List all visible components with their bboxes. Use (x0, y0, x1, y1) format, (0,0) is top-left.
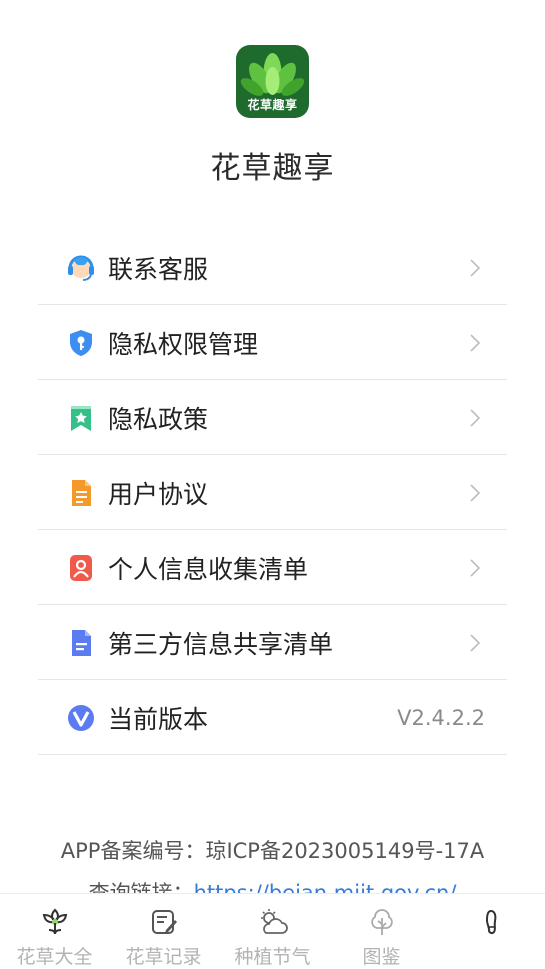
customer-service-icon (68, 255, 94, 281)
tab-flower-encyclopedia[interactable]: 花草大全 (0, 894, 109, 969)
settings-menu: 联系客服 隐私权限管理 隐私政策 用户协议 个人信息收集清单 第三方信息共享清单… (38, 230, 507, 755)
menu-item-privacy-permissions[interactable]: 隐私权限管理 (38, 305, 507, 380)
tab-label: 种植节气 (234, 946, 311, 968)
tab-mine[interactable] (436, 894, 545, 969)
menu-item-third-party-sharing[interactable]: 第三方信息共享清单 (38, 605, 507, 680)
menu-item-label: 联系客服 (108, 255, 209, 284)
chevron-right-icon (470, 484, 481, 502)
icp-record: APP备案编号：琼ICP备2023005149号-17A (60, 839, 485, 863)
person-card-icon (70, 555, 92, 581)
bottom-tab-bar: 花草大全 花草记录 种植节气 图鉴 (0, 893, 545, 969)
menu-item-label: 隐私政策 (108, 405, 209, 434)
menu-item-label: 隐私权限管理 (108, 330, 259, 359)
menu-item-personal-info-list[interactable]: 个人信息收集清单 (38, 530, 507, 605)
footprint-icon (485, 909, 497, 935)
menu-item-label: 当前版本 (108, 705, 209, 734)
file-list-icon (72, 630, 91, 656)
flower-icon (42, 908, 68, 935)
tab-label: 花草记录 (125, 946, 202, 968)
version-v-icon (68, 705, 94, 731)
tab-illustrated-guide[interactable]: 图鉴 (327, 894, 436, 969)
tab-label: 图鉴 (362, 946, 401, 968)
tab-planting-solar-terms[interactable]: 种植节气 (218, 894, 327, 969)
logo-text: 花草趣享 (247, 98, 298, 112)
menu-item-current-version[interactable]: 当前版本 V2.4.2.2 (38, 680, 507, 755)
chevron-right-icon (470, 559, 481, 577)
document-icon (72, 480, 91, 506)
version-value: V2.4.2.2 (397, 706, 485, 730)
menu-item-user-agreement[interactable]: 用户协议 (38, 455, 507, 530)
tab-flower-records[interactable]: 花草记录 (109, 894, 218, 969)
bookmark-star-icon (71, 406, 91, 431)
app-name: 花草趣享 (210, 151, 335, 186)
menu-item-privacy-policy[interactable]: 隐私政策 (38, 380, 507, 455)
tree-icon (371, 909, 393, 935)
chevron-right-icon (470, 259, 481, 277)
menu-item-label: 用户协议 (108, 480, 209, 509)
menu-item-label: 个人信息收集清单 (108, 555, 309, 584)
tab-label: 花草大全 (16, 946, 93, 968)
chevron-right-icon (470, 334, 481, 352)
note-edit-icon (152, 910, 177, 934)
chevron-right-icon (470, 409, 481, 427)
weather-cloud-icon (261, 909, 288, 934)
chevron-right-icon (470, 634, 481, 652)
app-logo: 花草趣享 (236, 45, 309, 118)
menu-item-label: 第三方信息共享清单 (108, 630, 334, 659)
shield-key-icon (70, 330, 92, 356)
menu-item-customer-service[interactable]: 联系客服 (38, 230, 507, 305)
